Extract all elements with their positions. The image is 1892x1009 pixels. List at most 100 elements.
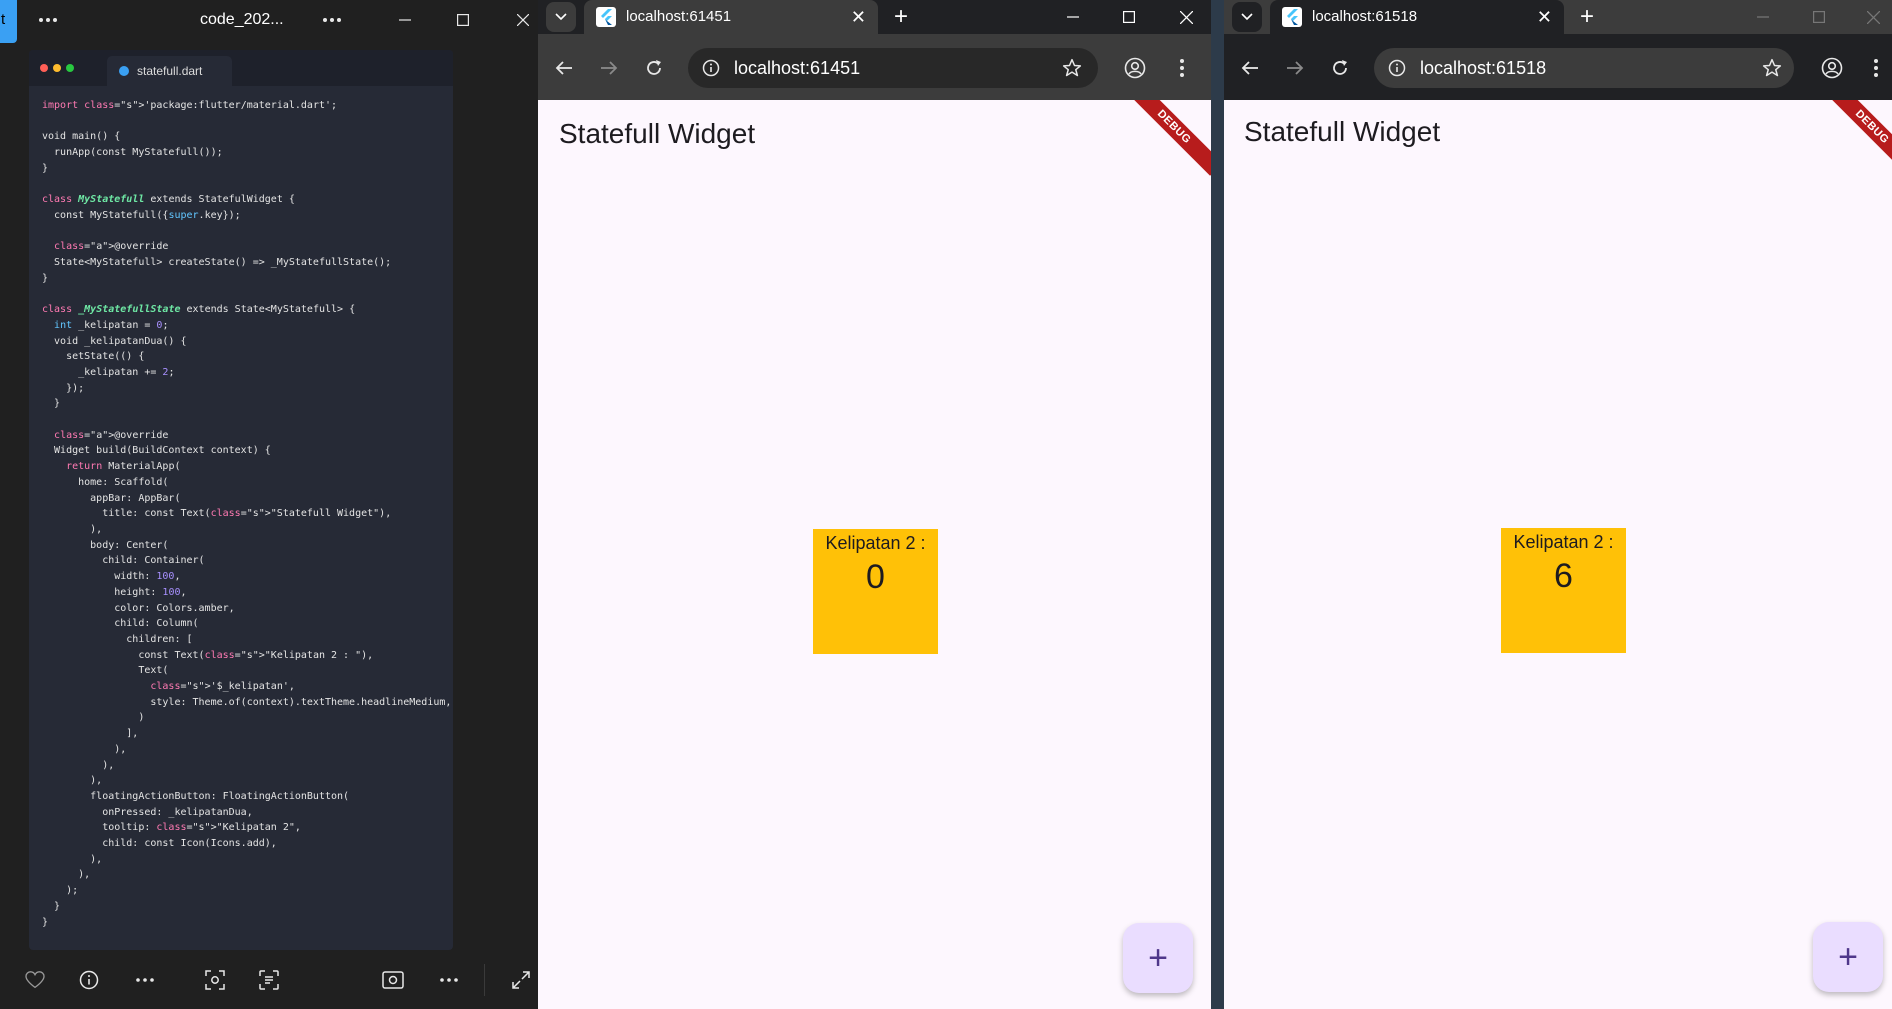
viewer-menu-button[interactable] <box>28 0 68 40</box>
close-button[interactable] <box>1169 0 1203 34</box>
tab-bar: localhost:61518 ✕ + <box>1224 0 1892 34</box>
tab-search-button[interactable] <box>546 2 576 32</box>
code-line: home: Scaffold( <box>42 476 169 488</box>
kelipatan-label: Kelipatan 2 : <box>825 533 926 553</box>
code-line: import class="s">'package:flutter/materi… <box>42 100 332 111</box>
code-line: } <box>42 398 61 410</box>
browser-window-1: localhost:61451 ✕ + localhost:61451 Stat… <box>538 0 1211 1009</box>
code-line: child: Container( <box>42 555 205 567</box>
code-window-header: statefull.dart <box>29 50 453 86</box>
url-text: localhost:61518 <box>1420 58 1547 78</box>
maximize-button[interactable] <box>1112 0 1146 34</box>
minimize-icon <box>1757 16 1769 18</box>
tab-bar: localhost:61451 ✕ + <box>538 0 1211 34</box>
minimize-icon <box>1067 16 1079 18</box>
expand-icon[interactable] <box>510 969 532 991</box>
profile-button[interactable] <box>1121 54 1149 82</box>
code-file-name: statefull.dart <box>137 64 203 78</box>
profile-button[interactable] <box>1818 54 1846 82</box>
code-line: style: Theme.of(context).textTheme.headl… <box>42 696 452 708</box>
back-button[interactable] <box>1236 54 1264 82</box>
code-line: child: Column( <box>42 618 199 630</box>
dot-icon <box>330 18 334 22</box>
minimize-button[interactable] <box>1056 0 1090 34</box>
code-line: ], <box>42 728 139 740</box>
maximize-button[interactable] <box>1802 0 1836 34</box>
reload-button[interactable] <box>640 54 668 82</box>
add-fab-button[interactable]: + <box>1123 923 1193 993</box>
close-button[interactable] <box>506 0 540 40</box>
text-scan-icon[interactable] <box>258 969 280 991</box>
dot-icon <box>337 18 341 22</box>
add-icon: + <box>1838 937 1858 976</box>
kelipatan-value: 6 <box>1554 557 1573 595</box>
back-button[interactable] <box>550 54 578 82</box>
kebab-menu-icon <box>1874 59 1878 77</box>
code-line: } <box>42 900 61 912</box>
address-bar[interactable]: localhost:61518 <box>1374 48 1794 88</box>
browser-toolbar: localhost:61518 <box>1224 34 1892 100</box>
code-line: ), <box>42 869 91 881</box>
viewer-app-accent[interactable]: t <box>0 0 17 43</box>
code-line: ) <box>42 712 145 724</box>
tab-close-icon[interactable]: ✕ <box>1537 0 1552 34</box>
add-fab-button[interactable]: + <box>1813 922 1883 992</box>
tab-title: localhost:61451 <box>626 8 732 25</box>
code-image: statefull.dart import class="s">'package… <box>29 50 453 950</box>
reload-icon <box>1333 60 1347 75</box>
code-line: setState(() { <box>42 351 145 363</box>
debug-banner: DEBUG <box>1125 100 1211 176</box>
browser-menu-button[interactable] <box>1168 54 1196 82</box>
code-line: class _MyStatefullState extends State<My… <box>42 304 356 316</box>
dot-icon <box>39 18 43 22</box>
desktop-gap <box>1211 0 1224 1009</box>
bookmark-star-icon[interactable] <box>1762 58 1782 78</box>
code-line: child: const Icon(Icons.add), <box>42 838 277 850</box>
dot-icon <box>53 18 57 22</box>
more-icon[interactable] <box>438 969 460 991</box>
code-line: } <box>42 272 49 284</box>
code-line: floatingActionButton: FloatingActionButt… <box>42 790 350 802</box>
dart-icon <box>119 66 129 76</box>
tab-close-icon[interactable]: ✕ <box>851 0 866 34</box>
maximize-icon <box>457 14 469 26</box>
capture-icon[interactable] <box>382 969 404 991</box>
info-icon[interactable] <box>78 969 100 991</box>
code-line: ), <box>42 853 103 865</box>
app-bar-title: Statefull Widget <box>1244 116 1441 147</box>
bookmark-star-icon[interactable] <box>1062 58 1082 78</box>
close-button[interactable] <box>1856 0 1890 34</box>
more-icon[interactable] <box>134 969 156 991</box>
forward-button[interactable] <box>595 54 623 82</box>
toolbar-divider <box>484 964 485 996</box>
close-icon <box>1866 10 1880 24</box>
forward-button[interactable] <box>1281 54 1309 82</box>
code-line: ); <box>42 885 79 897</box>
viewer-more-button[interactable] <box>312 0 352 40</box>
flutter-app-viewport: Statefull Widget DEBUG Kelipatan 2 : 0 + <box>538 100 1211 1009</box>
amber-container: Kelipatan 2 : 0 <box>813 529 938 654</box>
code-line: width: 100, <box>42 571 181 583</box>
minimize-icon <box>399 19 411 21</box>
minimize-button[interactable] <box>388 0 422 40</box>
new-tab-button[interactable]: + <box>894 0 908 34</box>
code-line: Text( <box>42 665 169 677</box>
site-info-icon[interactable] <box>702 59 720 77</box>
browser-menu-button[interactable] <box>1862 54 1890 82</box>
tab-localhost-61518[interactable]: localhost:61518 ✕ <box>1270 0 1564 34</box>
address-bar[interactable]: localhost:61451 <box>688 48 1098 88</box>
maximize-icon <box>1813 11 1825 23</box>
minimize-button[interactable] <box>1746 0 1780 34</box>
tab-search-button[interactable] <box>1232 2 1262 32</box>
new-tab-button[interactable]: + <box>1580 0 1594 34</box>
code-line: ), <box>42 775 103 787</box>
visual-search-icon[interactable] <box>204 969 226 991</box>
maximize-button[interactable] <box>446 0 480 40</box>
viewer-titlebar: t code_202... <box>0 0 540 43</box>
reload-button[interactable] <box>1326 54 1354 82</box>
site-info-icon[interactable] <box>1388 59 1406 77</box>
tab-localhost-61451[interactable]: localhost:61451 ✕ <box>584 0 878 34</box>
heart-icon[interactable] <box>24 969 46 991</box>
code-line: _kelipatan += 2; <box>42 366 175 378</box>
profile-icon <box>1124 57 1146 79</box>
